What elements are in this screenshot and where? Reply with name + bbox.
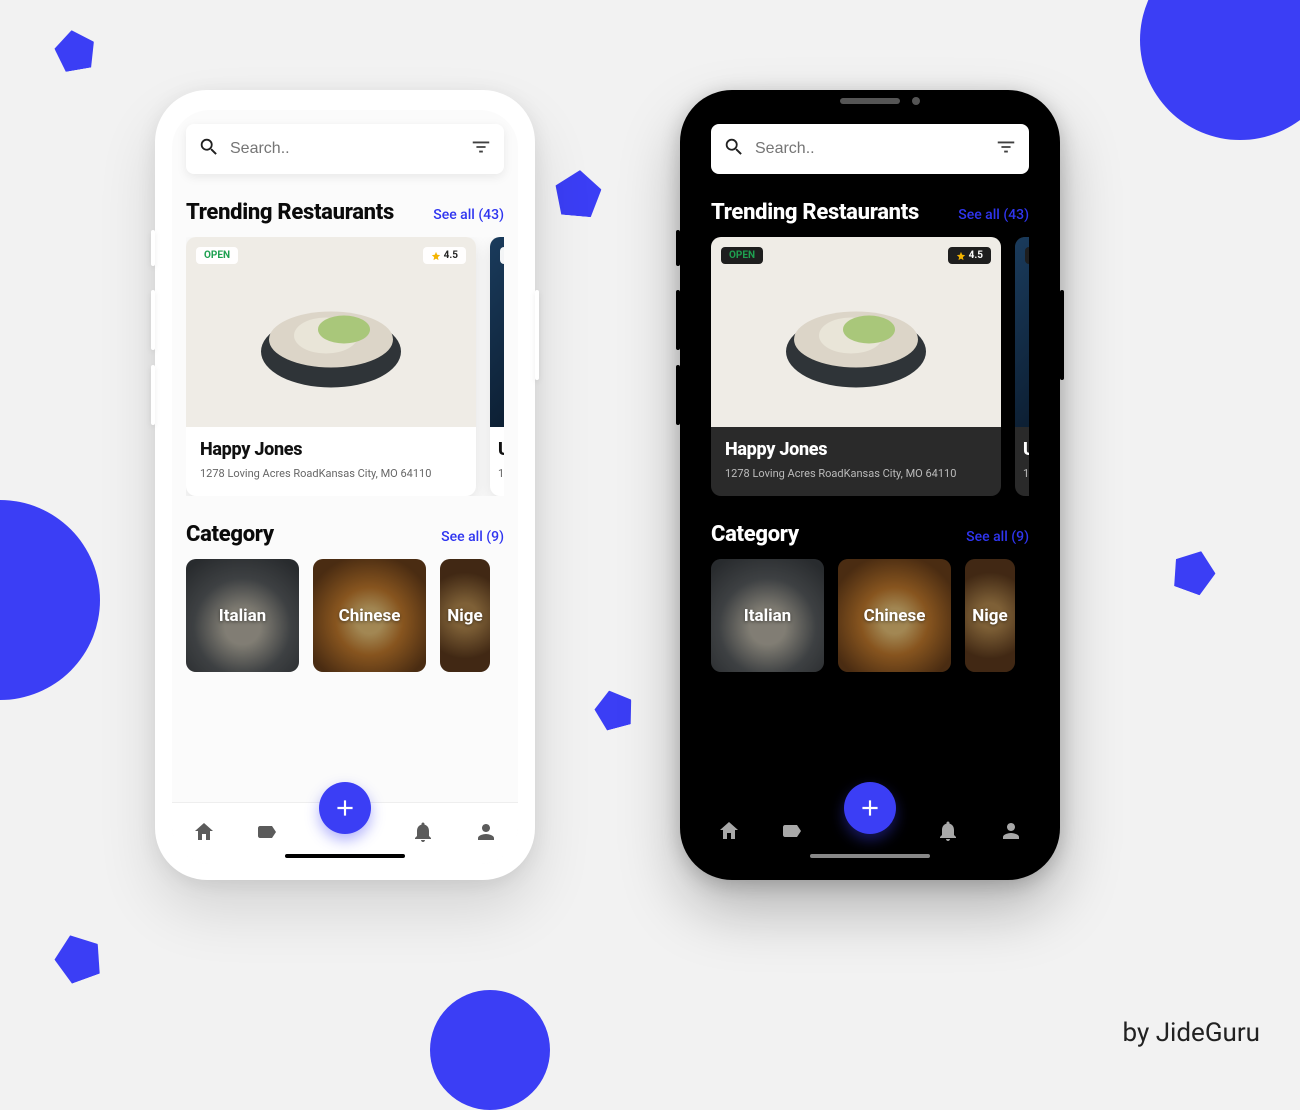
- nav-profile[interactable]: [999, 819, 1023, 847]
- status-badge: OPEN: [721, 247, 763, 264]
- rating-badge: 4.5: [948, 247, 991, 264]
- nav-profile[interactable]: [474, 820, 498, 848]
- search-bar[interactable]: [186, 124, 504, 174]
- nav-notifications[interactable]: [411, 820, 435, 848]
- bell-icon: [936, 819, 960, 843]
- search-icon: [198, 136, 220, 162]
- category-label: Nige: [447, 606, 482, 626]
- restaurant-name: U: [498, 439, 504, 460]
- phone-light: Trending Restaurants See all (43) OPEN 4…: [155, 90, 535, 880]
- category-card[interactable]: Chinese: [838, 559, 951, 672]
- category-label: Nige: [972, 606, 1007, 626]
- search-icon: [723, 136, 745, 162]
- decoration-circle: [1140, 0, 1300, 140]
- status-badge: OPEN: [196, 247, 238, 264]
- bell-icon: [411, 820, 435, 844]
- restaurant-image: OP: [490, 237, 504, 427]
- rating-badge: 4.5: [423, 247, 466, 264]
- restaurant-address: 1278 Loving Acres RoadKansas City, MO 64…: [200, 467, 462, 480]
- home-indicator: [810, 854, 930, 858]
- trending-see-all[interactable]: See all (43): [433, 207, 504, 223]
- decoration-pentagon: [1167, 544, 1221, 598]
- rating-value: 4.5: [444, 250, 458, 261]
- home-icon: [192, 820, 216, 844]
- star-icon: [956, 251, 966, 261]
- label-icon: [780, 819, 804, 843]
- decoration-circle: [430, 990, 550, 1110]
- attribution: by JideGuru: [1122, 1018, 1260, 1048]
- decoration-pentagon: [49, 928, 108, 987]
- star-icon: [431, 251, 441, 261]
- restaurant-address: 1278 Loving Acres RoadKansas City, MO 64…: [725, 467, 987, 480]
- restaurant-image: OPEN 4.5: [186, 237, 476, 427]
- notch-speaker: [840, 98, 900, 104]
- fab-add[interactable]: [844, 782, 896, 834]
- restaurant-name: Happy Jones: [200, 439, 462, 460]
- home-icon: [717, 819, 741, 843]
- category-label: Italian: [219, 606, 266, 626]
- category-see-all[interactable]: See all (9): [441, 529, 504, 545]
- category-card[interactable]: Italian: [186, 559, 299, 672]
- status-badge: OP: [500, 247, 504, 264]
- nav-home[interactable]: [717, 819, 741, 847]
- plus-icon: [332, 795, 358, 821]
- restaurant-card[interactable]: OPEN 4.5 Happy Jones 1278 Loving Acres R…: [711, 237, 1001, 496]
- category-label: Chinese: [339, 606, 401, 626]
- decoration-pentagon: [591, 686, 638, 733]
- rating-value: 4.5: [969, 250, 983, 261]
- plus-icon: [857, 795, 883, 821]
- category-label: Chinese: [864, 606, 926, 626]
- search-bar[interactable]: [711, 124, 1029, 174]
- notch-camera: [912, 97, 920, 105]
- category-see-all[interactable]: See all (9): [966, 529, 1029, 545]
- restaurant-name: U: [1023, 439, 1029, 460]
- trending-title: Trending Restaurants: [711, 200, 919, 225]
- restaurant-card[interactable]: OP U 12: [1015, 237, 1029, 496]
- category-title: Category: [186, 522, 274, 547]
- category-card[interactable]: Nige: [965, 559, 1015, 672]
- trending-see-all[interactable]: See all (43): [958, 207, 1029, 223]
- decoration-circle: [0, 500, 100, 700]
- category-label: Italian: [744, 606, 791, 626]
- status-badge: OP: [1025, 247, 1029, 264]
- restaurant-name: Happy Jones: [725, 439, 987, 460]
- nav-notifications[interactable]: [936, 819, 960, 847]
- person-icon: [999, 819, 1023, 843]
- restaurant-card[interactable]: OPEN 4.5 Happy Jones 1278 Loving Acres R…: [186, 237, 476, 496]
- restaurant-address: 12: [1023, 467, 1029, 480]
- restaurant-image: OP: [1015, 237, 1029, 427]
- search-input[interactable]: [230, 140, 460, 158]
- person-icon: [474, 820, 498, 844]
- restaurant-card[interactable]: OP U 12: [490, 237, 504, 496]
- trending-title: Trending Restaurants: [186, 200, 394, 225]
- category-card[interactable]: Chinese: [313, 559, 426, 672]
- nav-label[interactable]: [780, 819, 804, 847]
- filter-icon[interactable]: [470, 136, 492, 162]
- home-indicator: [285, 854, 405, 858]
- restaurant-address: 12: [498, 467, 504, 480]
- decoration-pentagon: [52, 27, 98, 73]
- nav-label[interactable]: [255, 820, 279, 848]
- filter-icon[interactable]: [995, 136, 1017, 162]
- phone-dark: Trending Restaurants See all (43) OPEN 4…: [680, 90, 1060, 880]
- search-input[interactable]: [755, 140, 985, 158]
- decoration-pentagon: [553, 168, 603, 218]
- fab-add[interactable]: [319, 782, 371, 834]
- restaurant-image: OPEN 4.5: [711, 237, 1001, 427]
- label-icon: [255, 820, 279, 844]
- nav-home[interactable]: [192, 820, 216, 848]
- category-card[interactable]: Nige: [440, 559, 490, 672]
- category-card[interactable]: Italian: [711, 559, 824, 672]
- category-title: Category: [711, 522, 799, 547]
